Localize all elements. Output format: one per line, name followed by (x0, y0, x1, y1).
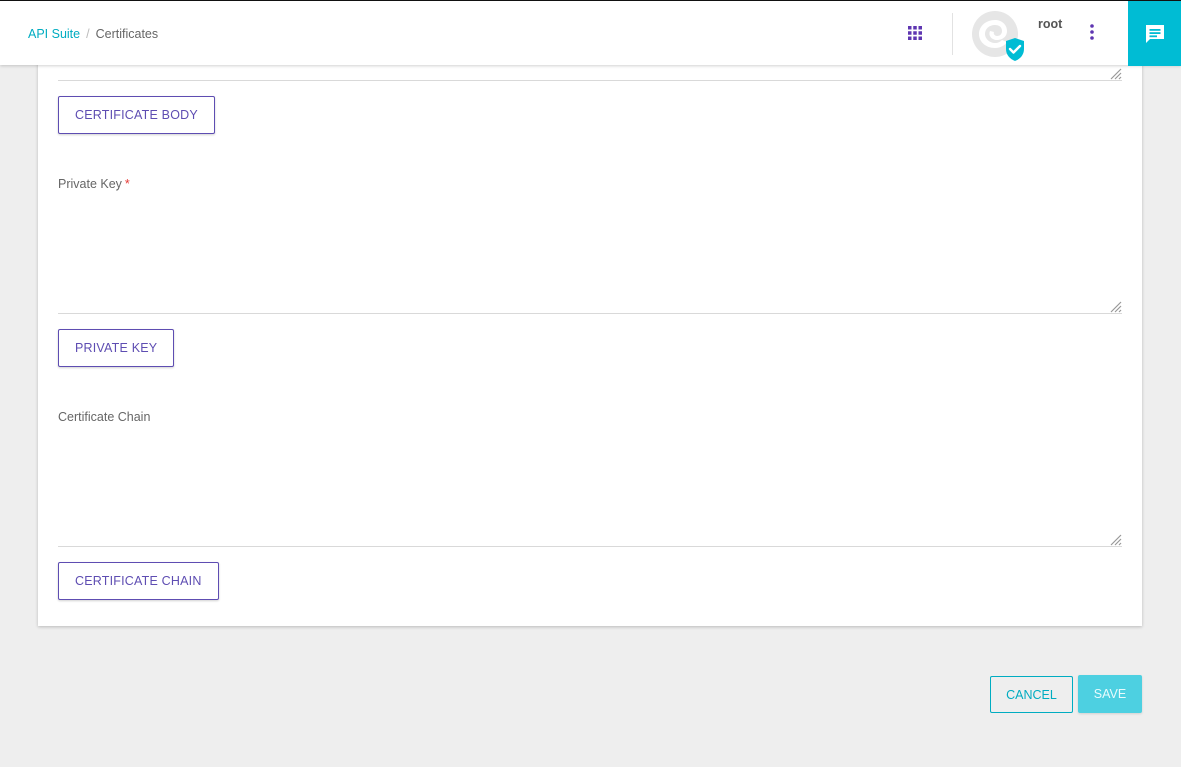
resize-handle-icon[interactable] (1108, 66, 1122, 80)
cancel-button[interactable]: CANCEL (990, 676, 1073, 713)
certificate-form-card: CERTIFICATE BODY Private Key * PRIVATE KE… (38, 40, 1142, 626)
private-key-label: Private Key * (58, 177, 130, 191)
certificate-chain-upload-button[interactable]: CERTIFICATE CHAIN (58, 562, 219, 600)
chat-bubble-icon (1145, 24, 1164, 43)
avatar[interactable] (971, 11, 1027, 63)
save-button[interactable]: SAVE (1078, 675, 1142, 713)
certificate-chain-underline (58, 546, 1122, 547)
certificate-chain-textarea[interactable] (58, 431, 1122, 546)
private-key-underline (58, 313, 1122, 314)
resize-handle-icon[interactable] (1108, 532, 1122, 546)
chat-button[interactable] (1128, 1, 1181, 66)
breadcrumb-current: Certificates (95, 27, 159, 41)
private-key-textarea[interactable] (58, 198, 1122, 313)
certificate-chain-label: Certificate Chain (58, 410, 151, 424)
certificate-body-underline (58, 80, 1122, 81)
breadcrumb-api-suite-link[interactable]: API Suite (28, 27, 80, 41)
grid-apps-icon[interactable] (907, 25, 923, 41)
required-asterisk: * (124, 177, 130, 191)
more-vertical-icon[interactable] (1085, 23, 1099, 41)
breadcrumb: API Suite / Certificates (28, 27, 158, 41)
private-key-upload-button[interactable]: PRIVATE KEY (58, 329, 175, 367)
certificate-body-upload-button[interactable]: CERTIFICATE BODY (58, 96, 215, 134)
breadcrumb-separator: / (86, 27, 90, 41)
username: root (1038, 17, 1063, 31)
resize-handle-icon[interactable] (1108, 299, 1122, 313)
private-key-label-text: Private Key (58, 177, 122, 191)
top-header: API Suite / Certificates root (0, 0, 1181, 66)
verified-check-icon (1006, 38, 1024, 61)
header-divider (952, 13, 953, 55)
